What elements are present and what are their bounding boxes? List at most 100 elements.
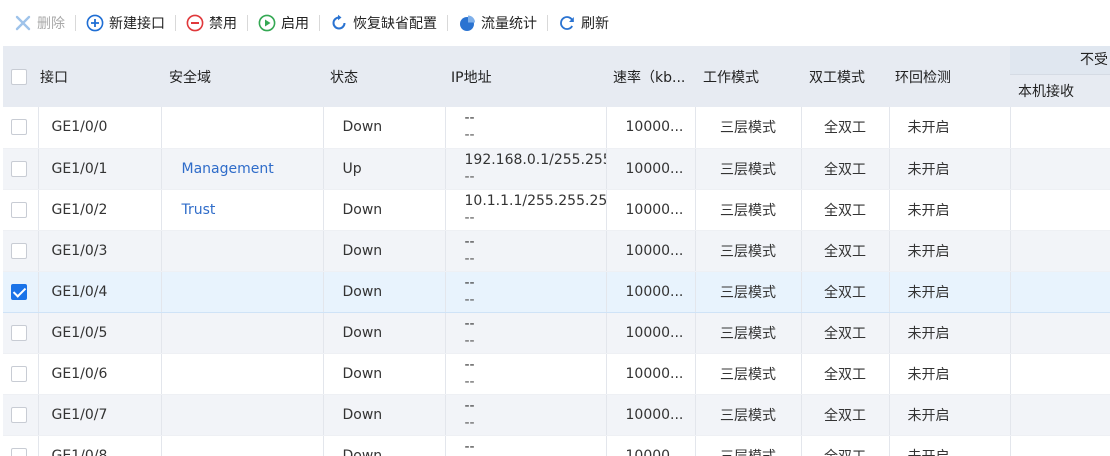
row-select-cell[interactable] [3, 270, 39, 313]
row-select-cell[interactable] [3, 312, 39, 354]
header-duplex-mode[interactable]: 双工模式 [801, 46, 889, 107]
row-checkbox[interactable] [11, 160, 27, 177]
toolbar-divider [447, 15, 448, 31]
cell-speed: 10000... [606, 148, 696, 190]
cell-local-receive [1010, 148, 1110, 190]
cell-duplex: 全双工 [801, 107, 890, 149]
header-interface[interactable]: 接口 [38, 46, 161, 107]
cell-interface[interactable]: GE1/0/7 [38, 394, 162, 436]
cell-loopback: 未开启 [889, 435, 1011, 456]
cell-security-zone [161, 230, 324, 272]
cell-loopback: 未开启 [889, 230, 1011, 272]
toolbar-divider [547, 15, 548, 31]
select-all-header[interactable] [3, 46, 38, 107]
close-x-icon [14, 14, 32, 32]
cell-interface[interactable]: GE1/0/8 [38, 435, 162, 456]
cell-interface[interactable]: GE1/0/2 [38, 189, 162, 231]
new-interface-button[interactable]: 新建接口 [80, 11, 171, 35]
cell-interface[interactable]: GE1/0/5 [38, 312, 162, 354]
refresh-button[interactable]: 刷新 [552, 11, 615, 35]
cell-interface[interactable]: GE1/0/1 [38, 148, 162, 190]
row-select-cell[interactable] [3, 435, 39, 456]
row-select-cell[interactable] [3, 353, 39, 395]
cell-local-receive [1010, 189, 1110, 231]
cell-loopback: 未开启 [889, 270, 1011, 313]
disable-label: 禁用 [209, 16, 237, 32]
row-checkbox[interactable] [11, 201, 27, 218]
header-ip-address[interactable]: IP地址 [445, 46, 606, 107]
cell-interface[interactable]: GE1/0/6 [38, 353, 162, 395]
cell-security-zone: Trust [161, 189, 324, 231]
toolbar-divider [75, 15, 76, 31]
cell-work-mode: 三层模式 [695, 353, 802, 395]
minus-circle-icon [186, 14, 204, 32]
table-row[interactable]: GE1/0/3 Down -- -- 10000... 三层模式 全双工 未开启 [3, 230, 1110, 272]
refresh-icon [558, 14, 576, 32]
security-zone-link[interactable]: Management [182, 161, 274, 177]
table-row[interactable]: GE1/0/4 Down -- -- 10000... 三层模式 全双工 未开启 [3, 270, 1110, 313]
table-row[interactable]: GE1/0/2 Trust Down 10.1.1.1/255.255.255 -- 10… [3, 189, 1110, 231]
cell-ip-address: 192.168.0.1/255.255 -- [445, 148, 607, 190]
header-work-mode[interactable]: 工作模式 [695, 46, 801, 107]
cell-ip-address: 10.1.1.1/255.255.255 -- [445, 189, 607, 231]
cell-status: Down [323, 394, 446, 436]
security-zone-link[interactable]: Trust [182, 202, 216, 218]
cell-loopback: 未开启 [889, 148, 1011, 190]
row-select-cell[interactable] [3, 189, 39, 231]
table-row[interactable]: GE1/0/6 Down -- -- 10000... 三层模式 全双工 未开启 [3, 353, 1110, 395]
row-checkbox[interactable] [11, 242, 27, 259]
cell-ip-address: ---- [445, 312, 607, 354]
toolbar-divider [175, 15, 176, 31]
table-row[interactable]: GE1/0/8 Down----10000...三层模式全双工未开启 [3, 435, 1110, 456]
restore-default-button[interactable]: 恢复缺省配置 [324, 11, 443, 35]
row-checkbox[interactable] [11, 406, 27, 423]
cell-security-zone [161, 107, 324, 149]
row-checkbox[interactable] [11, 365, 27, 382]
row-select-cell[interactable] [3, 230, 39, 272]
ip-address-value: -- [464, 356, 475, 373]
cell-ip-address: ---- [445, 353, 607, 395]
header-group-cell: 不受 本机接收 [1010, 46, 1110, 107]
cell-ip-address: ---- [445, 270, 607, 313]
header-security-zone[interactable]: 安全域 [161, 46, 323, 107]
cell-work-mode: 三层模式 [695, 148, 802, 190]
disable-button[interactable]: 禁用 [180, 11, 243, 35]
row-checkbox[interactable] [11, 119, 27, 136]
select-all-checkbox[interactable] [11, 68, 27, 85]
delete-button[interactable]: 删除 [8, 11, 71, 35]
row-checkbox[interactable] [11, 324, 27, 341]
header-local-receive[interactable]: 本机接收 [1018, 81, 1074, 101]
row-select-cell[interactable] [3, 148, 39, 190]
cell-speed: 10000... [606, 435, 696, 456]
cell-interface[interactable]: GE1/0/3 [38, 230, 162, 272]
cell-ip-address: ---- [445, 435, 607, 456]
cell-local-receive [1010, 394, 1110, 436]
row-checkbox[interactable] [11, 447, 27, 456]
header-loopback[interactable]: 环回检测 [889, 46, 1010, 107]
traffic-stats-button[interactable]: 流量统计 [452, 11, 543, 35]
table-row[interactable]: GE1/0/7 Down -- -- 10000... 三层模式 全双工 未开启 [3, 394, 1110, 436]
table-row[interactable]: GE1/0/0 Down -- -- 10000... 三层模式 全双工 未开启 [3, 107, 1110, 149]
header-status[interactable]: 状态 [323, 46, 445, 107]
cell-duplex: 全双工 [801, 312, 890, 354]
cell-security-zone [161, 270, 324, 313]
header-speed[interactable]: 速率（kb... [606, 46, 695, 107]
traffic-stats-label: 流量统计 [481, 16, 537, 32]
cell-local-receive [1010, 312, 1110, 354]
cell-security-zone [161, 394, 324, 436]
table-row[interactable]: GE1/0/1 Management Up 192.168.0.1/255.255 --… [3, 148, 1110, 190]
cell-ip-address: ---- [445, 107, 607, 149]
cell-local-receive [1010, 353, 1110, 395]
ip-address-value: -- [464, 315, 475, 332]
header-group-top: 不受 [1010, 46, 1110, 75]
row-select-cell[interactable] [3, 394, 39, 436]
ip-address-secondary: -- [464, 250, 475, 267]
ip-address-value: 192.168.0.1/255.255 [464, 151, 606, 168]
row-checkbox[interactable] [11, 283, 27, 300]
row-select-cell[interactable] [3, 107, 39, 149]
table-row[interactable]: GE1/0/5 Down -- -- 10000... 三层模式 全双工 未开启 [3, 312, 1110, 354]
enable-button[interactable]: 启用 [252, 11, 315, 35]
cell-interface[interactable]: GE1/0/4 [38, 270, 162, 313]
cell-interface[interactable]: GE1/0/0 [38, 107, 162, 149]
cell-work-mode: 三层模式 [695, 230, 802, 272]
